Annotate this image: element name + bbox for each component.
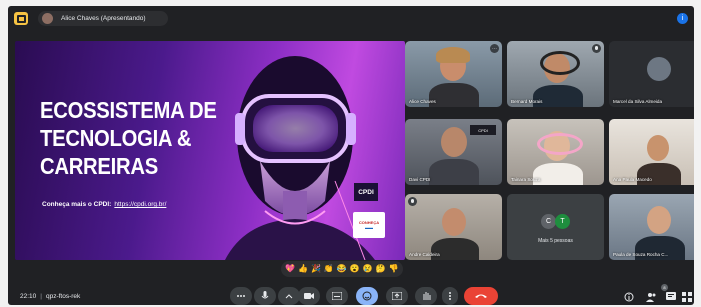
chat-icon [666,292,676,300]
reaction-thumbs-up[interactable]: 👍 [298,264,308,274]
meeting-code: qpz-ftos-rek [45,293,81,300]
reactions-bar: 💖 👍 🎉 👏 😂 😮 😢 🤔 👎 [281,261,403,277]
presenter-avatar [42,13,53,24]
more-vert-icon [449,292,451,300]
captions-icon [332,292,342,300]
participant-tile[interactable]: Bernard Morais [507,41,604,107]
presenter-chip[interactable]: Alice Chaves (Apresentando) [38,11,168,26]
headphones-icon [537,133,583,155]
activities-icon [682,292,692,302]
chevron-up-icon [285,294,293,299]
present-icon [392,292,402,300]
end-call-icon [475,294,487,298]
reaction-sad[interactable]: 😢 [363,264,373,274]
cpdi-sign: CPDI [470,125,496,135]
reaction-party[interactable]: 🎉 [311,264,321,274]
slide-title: ECOSSISTEMA DE TECNOLOGIA & CARREIRAS [40,96,217,180]
participant-tile[interactable]: Ana Paula Macedo [609,119,694,185]
raise-hand-button[interactable] [415,287,437,305]
speaking-icon [408,197,417,206]
present-button[interactable] [386,287,408,305]
reaction-laugh[interactable]: 😂 [337,264,347,274]
participant-name: Davi CPDI [409,177,431,182]
participant-tile[interactable]: Andre Caldeira [405,194,502,260]
slide-title-line: CARREIRAS [40,153,158,179]
participant-name: Ana Paula Macedo [613,177,652,182]
more-options-button[interactable] [230,287,252,305]
clock-time: 22:10 [20,293,37,300]
slide-link[interactable]: https://cpdi.org.br/ [114,201,166,208]
more-options-icon[interactable]: ⋯ [490,44,499,53]
emoji-button[interactable] [356,287,378,305]
more-participants-label: Mais 5 pessoas [538,238,573,244]
participant-body [429,159,479,185]
people-button[interactable] [645,291,657,303]
info-button[interactable] [623,291,635,303]
participant-hair [436,47,470,63]
participant-tile[interactable]: Paula de Souza Rocha C... [609,194,694,260]
presenter-label: Alice Chaves (Apresentando) [61,15,146,22]
end-call-button[interactable] [464,287,498,305]
captions-button[interactable] [326,287,348,305]
avatar-initial: T [555,214,570,229]
more-vert-button[interactable] [442,287,458,305]
app-badge-icon[interactable] [14,12,28,25]
reaction-surprised[interactable]: 😮 [350,264,360,274]
participant-body [533,163,583,185]
participant-video [647,135,669,161]
camera-icon [304,293,314,299]
activities-button[interactable] [681,291,693,303]
reaction-thumbs-down[interactable]: 👎 [389,264,399,274]
presentation-slide: ECOSSISTEMA DE TECNOLOGIA & CARREIRAS Co… [15,41,405,260]
participant-name: Paula de Souza Rocha C... [613,252,669,257]
participant-name: Alice Chaves [409,99,436,104]
cpdi-logo: CPDI [354,183,378,201]
camera-options-button[interactable] [278,287,300,305]
slide-subtitle: Conheça mais o CPDI: https://cpdi.org.br/ [42,201,166,208]
participant-tile[interactable]: Tainara Souza [507,119,604,185]
avatar-initial: C [541,214,556,229]
partner-logo-mark: ▬▬ [365,225,373,230]
meeting-info: 22:10 | qpz-ftos-rek [20,293,80,300]
participant-video [441,127,467,157]
separator: | [40,293,42,300]
participant-avatar [647,57,671,81]
more-participants-tile[interactable]: C T Mais 5 pessoas [507,194,604,260]
participant-body [429,83,479,107]
participant-count-badge: 8 [661,284,668,291]
people-icon [645,293,655,302]
participant-video [647,206,671,234]
participant-tile[interactable]: CPDI Davi CPDI [405,119,502,185]
emoji-icon [362,291,372,301]
slide-title-line: ECOSSISTEMA DE [40,97,217,123]
chat-button[interactable] [665,291,677,303]
participant-name: Bernard Morais [511,99,543,104]
participant-video [442,208,466,236]
mic-icon [261,291,269,299]
mic-muted-icon [592,44,601,53]
slide-subtitle-text: Conheça mais o CPDI: [42,201,112,208]
meet-window: Alice Chaves (Apresentando) i ECOSSISTEM… [8,6,694,305]
more-options-icon [237,295,245,297]
mic-button[interactable] [254,287,276,305]
partner-logo: CONHEÇA ▬▬ [353,212,385,238]
participant-name: Marcel da Silva Almeida [613,99,663,104]
reaction-heart[interactable]: 💖 [285,264,295,274]
camera-button[interactable] [298,287,320,305]
account-badge-icon[interactable]: i [677,13,688,24]
info-icon [624,292,634,302]
raise-hand-icon [423,292,430,300]
participant-tile[interactable]: Marcel da Silva Almeida [609,41,694,107]
slide-title-line: TECNOLOGIA & [40,125,192,151]
participant-name: Tainara Souza [511,177,541,182]
participant-name: Andre Caldeira [409,252,440,257]
participant-tile[interactable]: ⋯ Alice Chaves [405,41,502,107]
headphones-icon [540,51,580,75]
reaction-clap[interactable]: 👏 [324,264,334,274]
reaction-thinking[interactable]: 🤔 [376,264,386,274]
